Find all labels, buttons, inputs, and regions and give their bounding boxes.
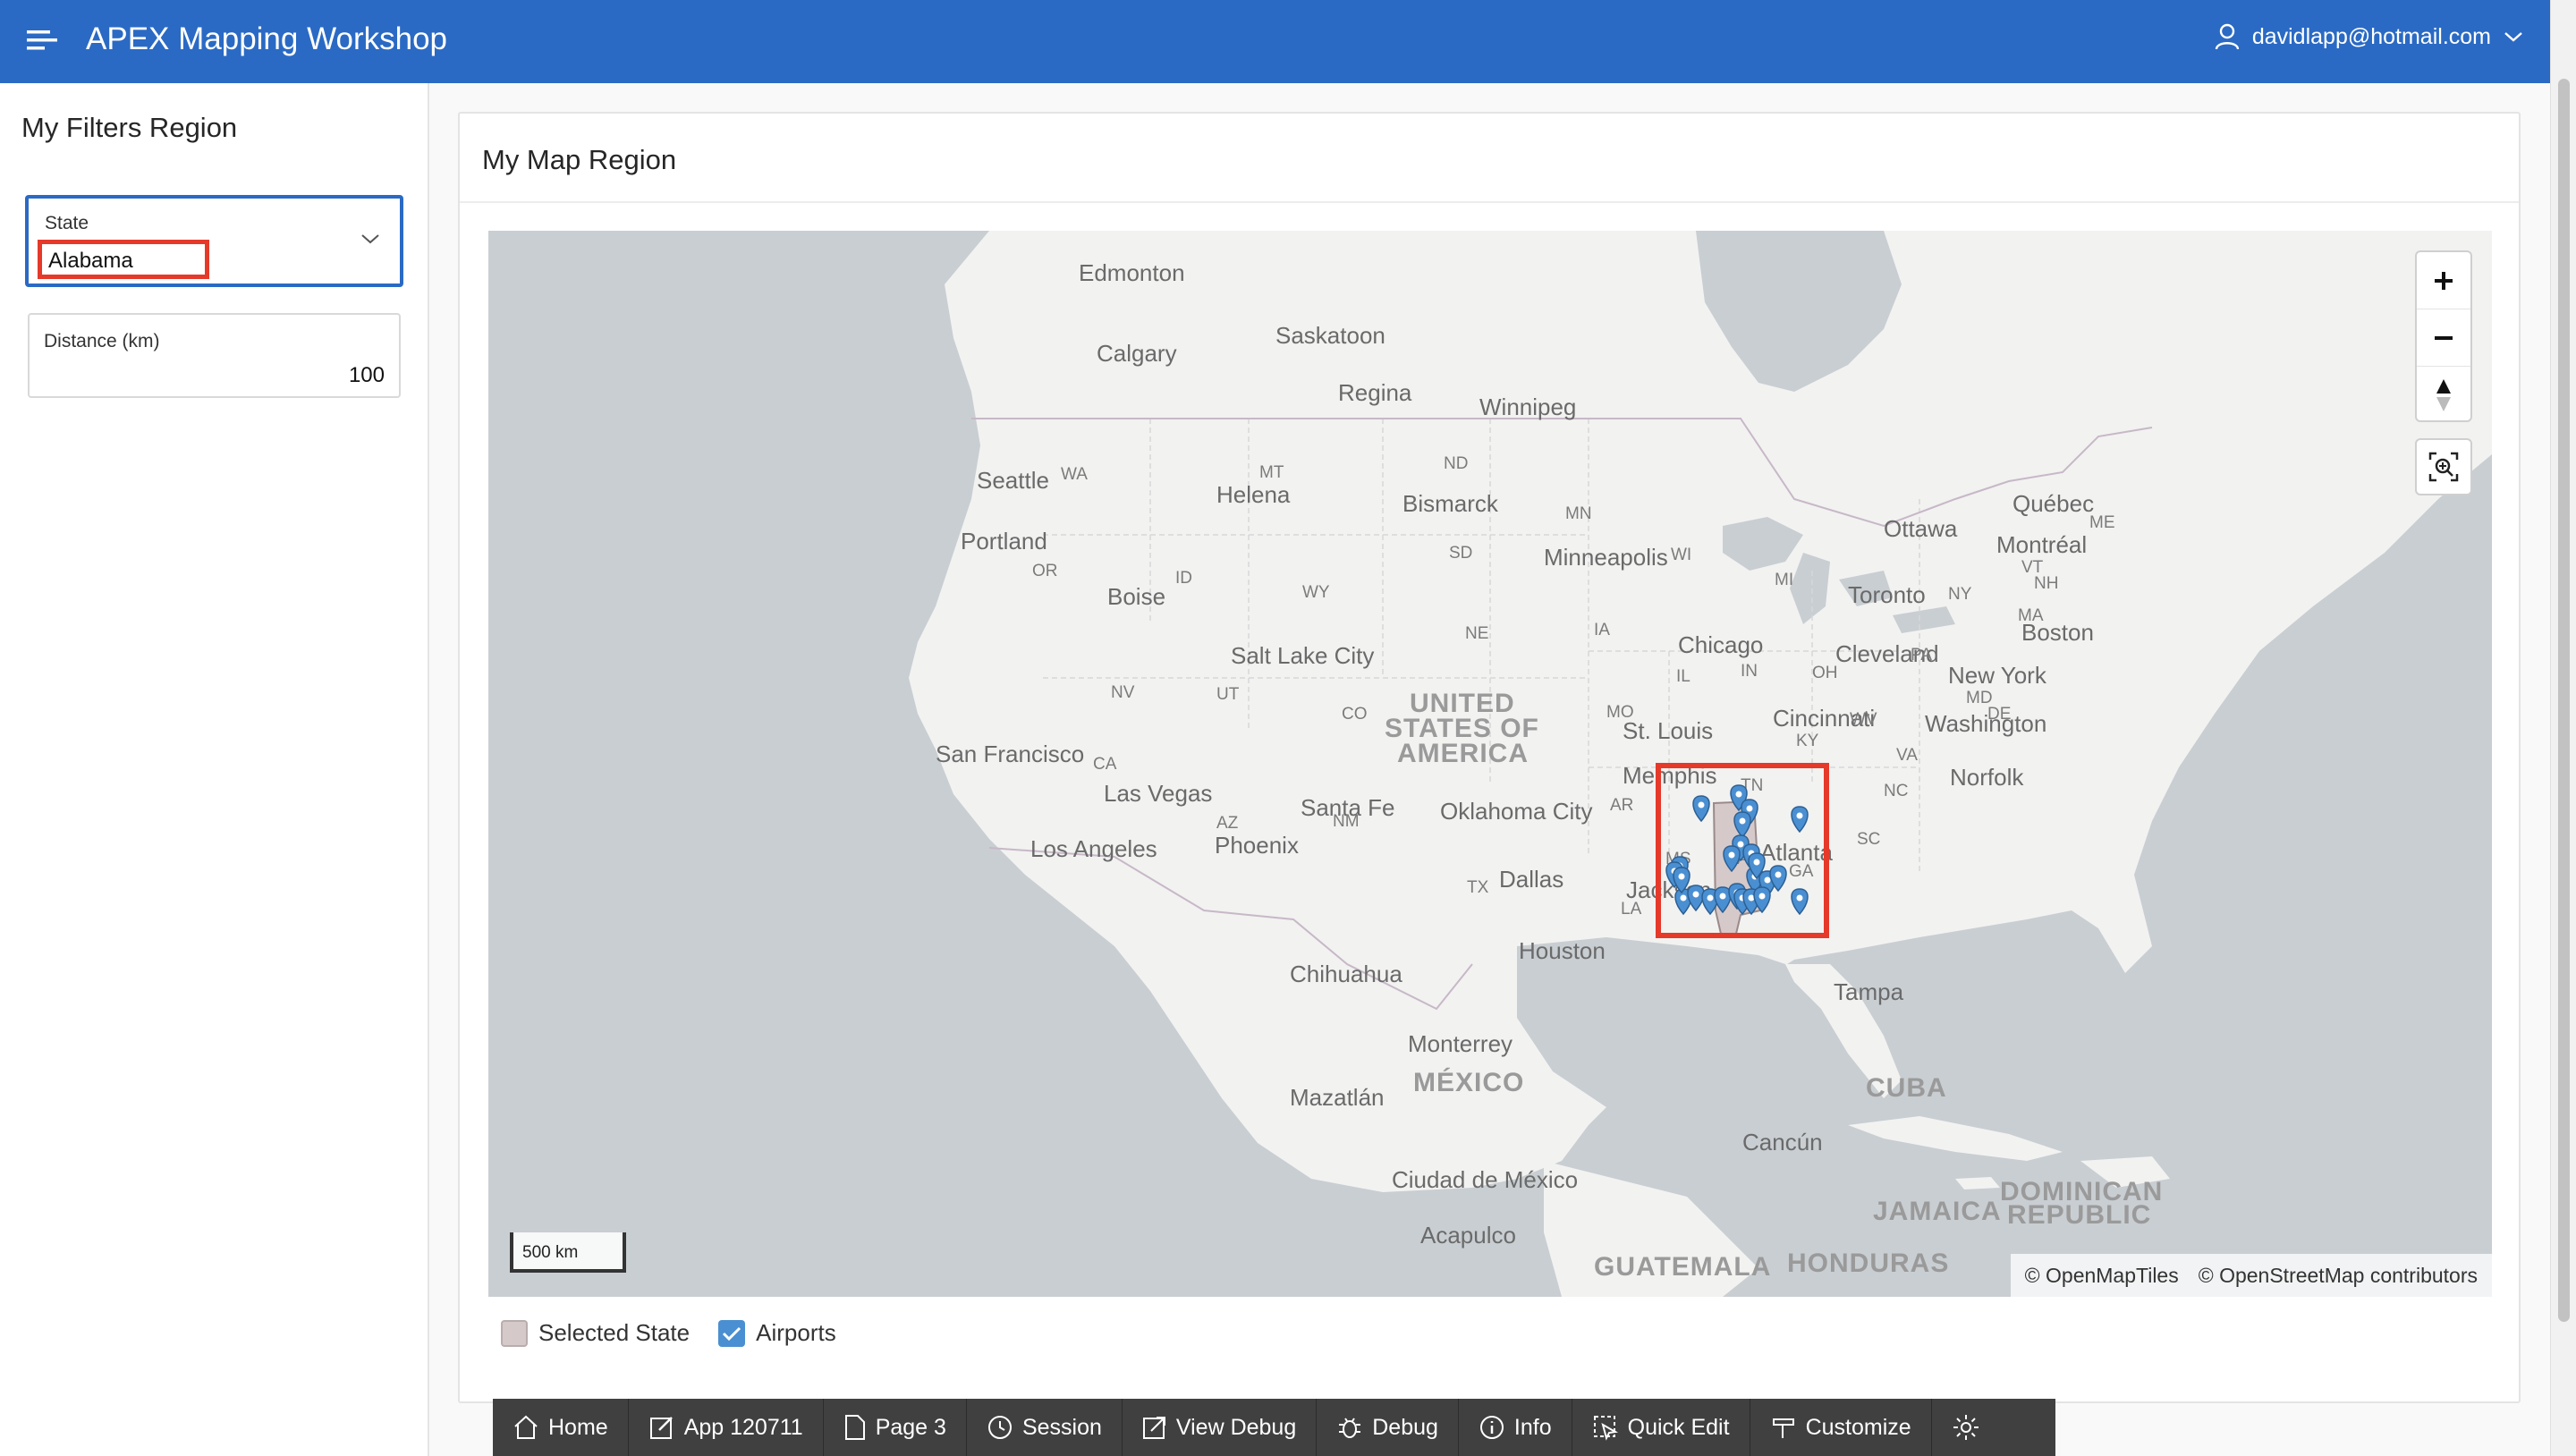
filters-region: My Filters Region State Alabama Distance… bbox=[0, 83, 429, 1456]
divider bbox=[460, 201, 2519, 203]
state-value: Alabama bbox=[48, 249, 133, 273]
devbar-debug[interactable]: Debug bbox=[1317, 1399, 1459, 1456]
chevron-down-icon bbox=[2504, 32, 2522, 42]
map-canvas[interactable]: Edmonton Saskatoon Calgary Regina Winnip… bbox=[488, 231, 2492, 1297]
attribution-osm[interactable]: © OpenStreetMap contributors bbox=[2199, 1264, 2478, 1288]
zoom-in-button[interactable] bbox=[2417, 252, 2470, 309]
developer-toolbar: Home App 120711 Page 3 Session View Debu… bbox=[493, 1399, 2055, 1456]
state-label: State bbox=[45, 213, 89, 233]
legend-selected-state[interactable]: Selected State bbox=[501, 1319, 690, 1347]
devbar-page[interactable]: Page 3 bbox=[824, 1399, 967, 1456]
legend-label: Airports bbox=[756, 1319, 836, 1346]
devbar-label: Customize bbox=[1805, 1414, 1911, 1440]
airports-highlight bbox=[1656, 763, 1829, 938]
session-icon bbox=[987, 1416, 1012, 1439]
devbar-label: Session bbox=[1021, 1414, 1102, 1440]
hamburger-menu-icon[interactable] bbox=[27, 27, 59, 54]
zoom-out-button[interactable] bbox=[2417, 309, 2470, 367]
attribution-openmaptiles[interactable]: © OpenMapTiles bbox=[2025, 1264, 2179, 1288]
fit-bounds-button[interactable] bbox=[2415, 438, 2472, 495]
devbar-settings[interactable] bbox=[1932, 1399, 2000, 1456]
settings-icon bbox=[1953, 1415, 1979, 1440]
minus-icon bbox=[2435, 335, 2453, 340]
devbar-label: View Debug bbox=[1175, 1414, 1297, 1440]
page-icon bbox=[844, 1415, 865, 1440]
scale-label: 500 km bbox=[522, 1243, 579, 1262]
chevron-down-icon bbox=[361, 234, 379, 244]
distance-label: Distance (km) bbox=[44, 331, 160, 351]
distance-value[interactable]: 100 bbox=[349, 363, 385, 388]
quick-edit-icon bbox=[1593, 1416, 1618, 1441]
airport-markers bbox=[1665, 784, 1809, 916]
home-icon bbox=[514, 1415, 538, 1439]
devbar-label: App 120711 bbox=[683, 1414, 803, 1440]
compass-icon bbox=[2436, 379, 2451, 411]
user-menu[interactable]: davidlapp@hotmail.com bbox=[2215, 23, 2523, 50]
zoom-to-fit-icon bbox=[2428, 452, 2459, 482]
scale-bar: 500 km bbox=[510, 1232, 626, 1273]
devbar-label: Info bbox=[1513, 1414, 1552, 1440]
devbar-home[interactable]: Home bbox=[493, 1399, 629, 1456]
info-icon bbox=[1479, 1416, 1504, 1439]
legend-checkbox-airports[interactable] bbox=[718, 1319, 746, 1347]
legend-label: Selected State bbox=[538, 1319, 691, 1346]
devbar-customize[interactable]: Customize bbox=[1750, 1399, 1932, 1456]
filters-region-title: My Filters Region bbox=[21, 112, 238, 143]
state-select[interactable]: State Alabama bbox=[25, 195, 403, 287]
app-title[interactable]: APEX Mapping Workshop bbox=[86, 21, 447, 57]
legend-airports[interactable]: Airports bbox=[718, 1319, 836, 1347]
page-scrollbar[interactable] bbox=[2550, 0, 2576, 1456]
devbar-label: Home bbox=[548, 1414, 608, 1440]
checkmark-icon bbox=[723, 1326, 741, 1341]
devbar-quick-edit[interactable]: Quick Edit bbox=[1572, 1399, 1750, 1456]
devbar-label: Debug bbox=[1372, 1414, 1438, 1440]
map-legend: Selected State Airports bbox=[501, 1319, 836, 1347]
user-name: davidlapp@hotmail.com bbox=[2251, 23, 2491, 49]
user-icon bbox=[2215, 23, 2240, 50]
devbar-session[interactable]: Session bbox=[967, 1399, 1123, 1456]
devbar-info[interactable]: Info bbox=[1459, 1399, 1572, 1456]
app-header: APEX Mapping Workshop davidlapp@hotmail.… bbox=[0, 0, 2550, 83]
devbar-label: Page 3 bbox=[875, 1414, 946, 1440]
external-link-icon bbox=[1142, 1417, 1165, 1439]
edit-icon bbox=[649, 1417, 673, 1439]
legend-checkbox-selected-state[interactable] bbox=[501, 1319, 528, 1347]
customize-icon bbox=[1772, 1418, 1794, 1438]
map-region-title: My Map Region bbox=[482, 144, 677, 175]
devbar-label: Quick Edit bbox=[1627, 1414, 1730, 1440]
scrollbar-thumb[interactable] bbox=[2558, 79, 2570, 1322]
plus-icon bbox=[2435, 271, 2453, 290]
devbar-view-debug[interactable]: View Debug bbox=[1123, 1399, 1318, 1456]
reset-north-button[interactable] bbox=[2417, 367, 2470, 424]
bug-icon bbox=[1339, 1418, 1361, 1438]
distance-field[interactable]: Distance (km) 100 bbox=[28, 313, 401, 398]
devbar-app[interactable]: App 120711 bbox=[629, 1399, 824, 1456]
zoom-controls bbox=[2415, 250, 2472, 422]
map-attribution: © OpenMapTiles © OpenStreetMap contribut… bbox=[2010, 1254, 2492, 1297]
